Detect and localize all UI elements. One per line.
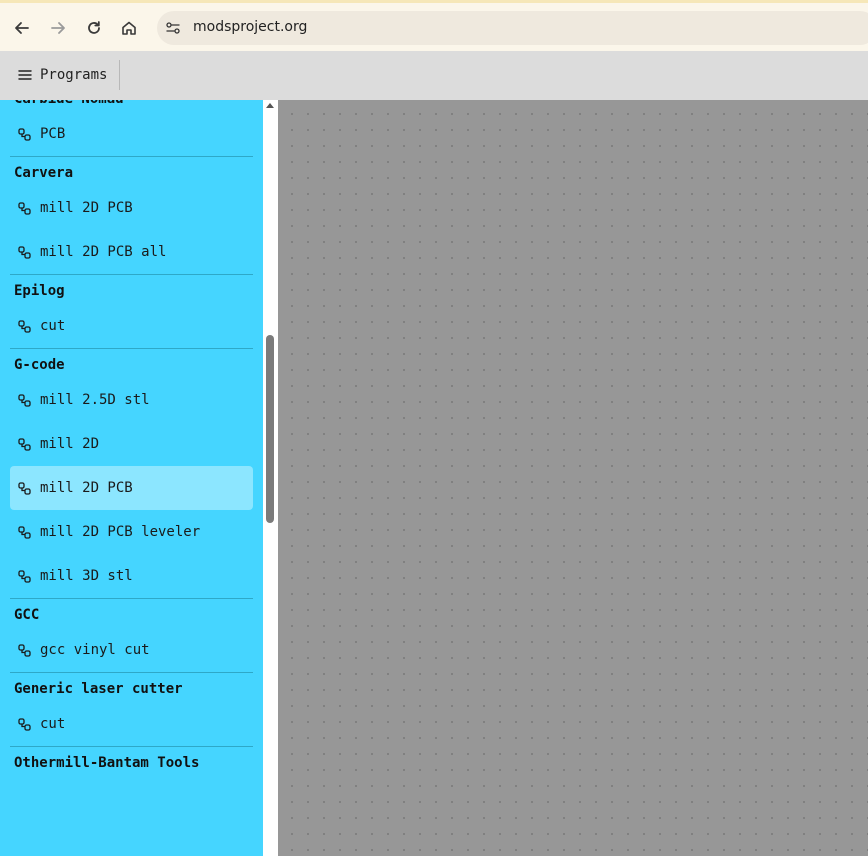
- programs-sidebar: Carbide Nomad PCB Carvera mill 2D PCB mill 2…: [0, 100, 263, 856]
- program-group: Carbide Nomad PCB: [10, 100, 253, 157]
- program-link-icon: [18, 643, 31, 657]
- home-icon[interactable]: [116, 15, 142, 41]
- program-link-icon: [18, 569, 31, 583]
- back-arrow-icon[interactable]: [9, 15, 35, 41]
- site-settings-icon[interactable]: [165, 20, 181, 36]
- program-group-title: Generic laser cutter: [14, 681, 183, 697]
- program-item[interactable]: mill 2.5D stl: [10, 378, 253, 422]
- program-link-icon: [18, 127, 31, 141]
- program-item[interactable]: gcc vinyl cut: [10, 628, 253, 672]
- program-item[interactable]: mill 3D stl: [10, 554, 253, 598]
- program-group: Othermill-Bantam Tools: [10, 747, 253, 776]
- program-link-icon: [18, 481, 31, 495]
- program-link-icon: [18, 717, 31, 731]
- program-link-icon: [18, 525, 31, 539]
- program-item-label: mill 2D PCB: [40, 480, 133, 496]
- program-item[interactable]: mill 2D PCB all: [10, 230, 253, 274]
- program-group-title: Epilog: [14, 283, 65, 299]
- program-link-icon: [18, 319, 31, 333]
- program-group: GCC gcc vinyl cut: [10, 599, 253, 673]
- program-item[interactable]: mill 2D PCB: [10, 466, 253, 510]
- reload-icon[interactable]: [81, 15, 107, 41]
- program-group: Carvera mill 2D PCB mill 2D PCB all: [10, 157, 253, 275]
- program-item-label: gcc vinyl cut: [40, 642, 150, 658]
- programs-menu-button[interactable]: Programs: [8, 60, 121, 90]
- scrollbar-thumb[interactable]: [266, 335, 274, 523]
- programs-label: Programs: [40, 67, 108, 83]
- program-link-icon: [18, 201, 31, 215]
- program-link-icon: [18, 245, 31, 259]
- program-item[interactable]: PCB: [10, 112, 253, 156]
- program-item[interactable]: cut: [10, 702, 253, 746]
- program-group-title: G-code: [14, 357, 65, 373]
- program-group: Generic laser cutter cut: [10, 673, 253, 747]
- program-item-label: mill 2D PCB leveler: [40, 524, 201, 540]
- url-text[interactable]: modsproject.org: [193, 19, 307, 35]
- program-item-label: mill 2D PCB all: [40, 244, 167, 260]
- program-item[interactable]: cut: [10, 304, 253, 348]
- browser-toolbar: modsproject.org: [0, 0, 868, 51]
- program-group: Epilog cut: [10, 275, 253, 349]
- program-canvas[interactable]: [278, 100, 868, 856]
- program-group-title: Carvera: [14, 165, 74, 181]
- program-item-label: mill 2.5D stl: [40, 392, 150, 408]
- program-item-label: mill 2D PCB: [40, 200, 133, 216]
- program-item-label: cut: [40, 716, 66, 732]
- program-item-label: cut: [40, 318, 66, 334]
- program-item-label: mill 3D stl: [40, 568, 133, 584]
- program-link-icon: [18, 437, 31, 451]
- program-group-title: Othermill-Bantam Tools: [14, 755, 200, 771]
- hamburger-menu-icon: [18, 70, 32, 80]
- program-item-label: PCB: [40, 126, 66, 142]
- program-item[interactable]: mill 2D: [10, 422, 253, 466]
- program-link-icon: [18, 393, 31, 407]
- program-item[interactable]: mill 2D PCB: [10, 186, 253, 230]
- program-group-title: GCC: [14, 607, 40, 623]
- app-toolbar: Programs: [0, 51, 868, 100]
- program-group: G-code mill 2.5D stl mill 2D mill 2D PCB mil…: [10, 349, 253, 599]
- program-group-title: Carbide Nomad: [10, 100, 253, 112]
- forward-arrow-icon[interactable]: [45, 15, 71, 41]
- address-bar[interactable]: modsproject.org: [157, 11, 868, 45]
- program-item[interactable]: mill 2D PCB leveler: [10, 510, 253, 554]
- program-item-label: mill 2D: [40, 436, 100, 452]
- scroll-up-arrow-icon[interactable]: [266, 103, 274, 108]
